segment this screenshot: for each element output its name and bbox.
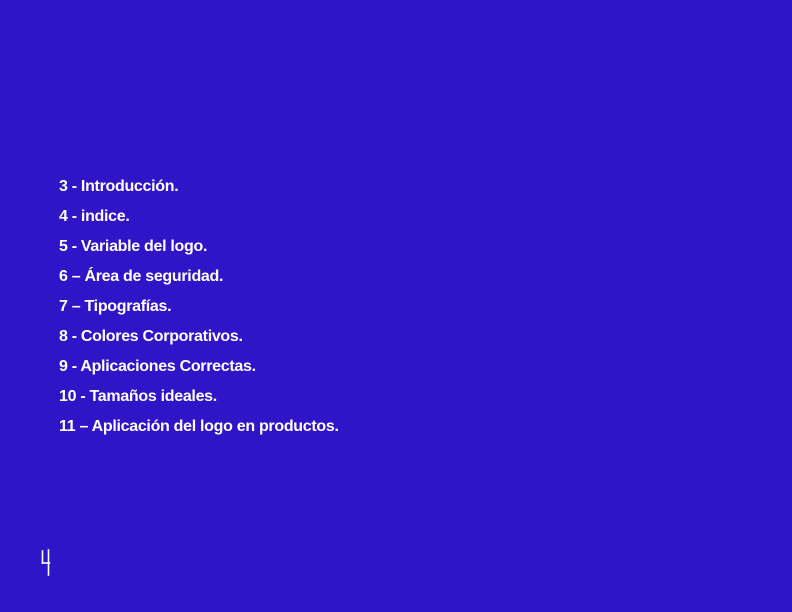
page-number (41, 549, 51, 576)
toc-item: 10 - Tamaños ideales. (59, 388, 217, 405)
toc-item: 3 - Introducción. (59, 178, 179, 195)
toc-item: 7 – Tipografías. (59, 298, 172, 315)
toc-item: 9 - Aplicaciones Correctas. (59, 358, 256, 375)
toc-item: 6 – Área de seguridad. (59, 268, 224, 285)
table-of-contents: 3 - Introducción. 4 - indice. 5 - Variab… (59, 176, 339, 446)
page: { "toc": { "items": [ "3 - Introducción.… (0, 0, 792, 612)
toc-item: 5 - Variable del logo. (59, 238, 208, 255)
toc-item: 11 – Aplicación del logo en productos. (59, 418, 339, 435)
toc-item: 4 - indice. (59, 208, 130, 225)
toc-item: 8 - Colores Corporativos. (59, 328, 243, 345)
